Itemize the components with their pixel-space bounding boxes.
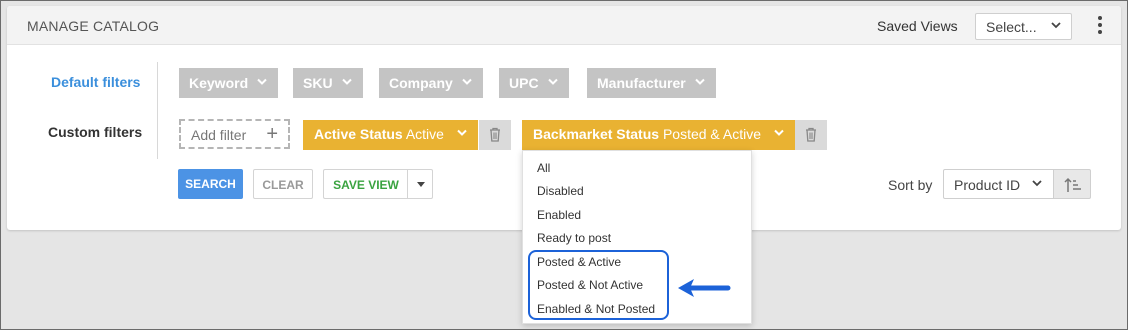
panel-header: MANAGE CATALOG Saved Views Select... [7,6,1121,45]
save-view-button[interactable]: SAVE VIEW [323,169,408,199]
sort-by-value: Product ID [954,177,1021,193]
sort-by-label: Sort by [888,177,933,193]
chevron-down-icon [341,75,353,91]
chevron-down-icon [456,126,468,142]
filter-value: Posted & Active [662,126,762,142]
page-title: MANAGE CATALOG [27,18,160,34]
dropdown-option[interactable]: Enabled [537,208,581,222]
filter-chip-label: Company [389,75,453,91]
filter-chip-keyword[interactable]: Keyword [179,68,279,98]
save-view-dropdown-button[interactable] [407,169,433,199]
filter-chip-label: SKU [303,75,333,91]
trash-icon [490,127,500,142]
more-options-icon[interactable] [1095,16,1105,36]
filter-chip-company[interactable]: Company [379,68,483,98]
filter-name: Backmarket Status [533,126,660,142]
add-filter-button[interactable]: Add filter + [179,119,290,149]
sort-direction-button[interactable] [1053,169,1091,199]
chevron-down-icon [1031,176,1043,192]
saved-views-select[interactable]: Select... [975,13,1072,40]
sort-by-select[interactable]: Product ID [943,169,1054,199]
dropdown-option[interactable]: Disabled [537,184,584,198]
chevron-down-icon [773,126,785,142]
chevron-down-icon [256,75,268,91]
filter-value: Active [405,126,444,142]
dropdown-option[interactable]: All [537,161,550,175]
chevron-down-icon [461,75,473,91]
custom-filter-active-status[interactable]: Active Status Active [303,120,478,150]
default-filters-label: Default filters [51,74,141,90]
filters-divider [157,62,158,159]
chevron-down-icon [547,75,559,91]
trash-icon [806,127,816,142]
filter-chip-sku[interactable]: SKU [293,68,363,98]
remove-backmarket-status-filter-button[interactable] [795,120,827,150]
filter-chip-upc[interactable]: UPC [499,68,569,98]
saved-views-select-value: Select... [986,19,1037,35]
chevron-down-icon [1050,18,1062,34]
dropdown-option[interactable]: Ready to post [537,231,611,245]
saved-views-label: Saved Views [877,18,958,34]
sort-ascending-icon [1064,177,1081,192]
filter-chip-manufacturer[interactable]: Manufacturer [587,68,716,98]
filter-chip-label: UPC [509,75,539,91]
filter-chip-label: Keyword [189,75,249,91]
chevron-down-icon [694,75,706,91]
custom-filters-label: Custom filters [48,124,143,140]
clear-button[interactable]: CLEAR [253,169,313,199]
caret-down-icon [417,182,425,187]
annotation-arrow-icon [678,279,731,297]
plus-icon: + [266,123,278,145]
filter-chip-label: Manufacturer [597,75,686,91]
remove-active-status-filter-button[interactable] [479,120,511,150]
filter-name: Active Status [314,126,403,142]
search-button[interactable]: SEARCH [178,169,243,199]
custom-filter-backmarket-status[interactable]: Backmarket Status Posted & Active [522,120,795,150]
add-filter-label: Add filter [191,127,247,143]
highlight-box [528,250,669,320]
